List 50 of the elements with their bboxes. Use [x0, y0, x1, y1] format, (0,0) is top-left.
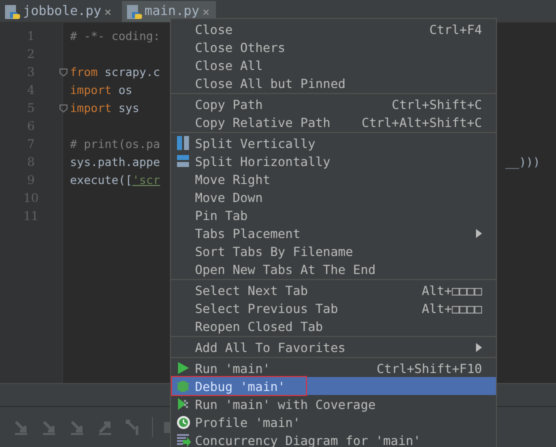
- menu-item[interactable]: Tabs Placement: [171, 224, 496, 242]
- run-icon: [176, 361, 190, 375]
- split-horizontal-icon: [176, 154, 190, 168]
- run-coverage-icon: [176, 397, 190, 411]
- menu-item[interactable]: Debug 'main': [171, 377, 496, 395]
- step-arrow-icon[interactable]: [40, 418, 58, 436]
- code-line: execute(['scr: [70, 172, 160, 189]
- python-file-icon: [4, 4, 20, 20]
- editor-tab[interactable]: jobbole.py ×: [0, 1, 118, 22]
- code-line: from scrapy.c: [70, 64, 160, 81]
- menu-item[interactable]: Close All but Pinned: [171, 74, 496, 92]
- python-file-icon: [126, 4, 142, 20]
- code-line: import sys: [70, 100, 140, 117]
- menu-item[interactable]: Close Ctrl+F4: [171, 20, 496, 38]
- bug-icon: [176, 379, 190, 393]
- menu-item[interactable]: Close All: [171, 56, 496, 74]
- code-line: sys.path.appe: [70, 154, 160, 171]
- menu-item[interactable]: Sort Tabs By Filename: [171, 242, 496, 260]
- menu-item[interactable]: Copy Relative Path Ctrl+Alt+Shift+C: [171, 113, 496, 131]
- menu-item[interactable]: Open New Tabs At The End: [171, 260, 496, 278]
- profiler-clock-icon: [176, 414, 190, 430]
- code-line: # -*- coding:: [70, 28, 160, 45]
- editor-tab[interactable]: main.py ×: [122, 1, 216, 22]
- fold-marker-icon[interactable]: [59, 68, 68, 76]
- menu-item[interactable]: Select Previous Tab Alt+□□□□: [171, 299, 496, 317]
- menu-item[interactable]: Split Vertically: [171, 134, 496, 152]
- fold-marker-icon[interactable]: [59, 104, 68, 112]
- submenu-arrow-icon: [476, 228, 482, 238]
- menu-item[interactable]: Profile 'main': [171, 413, 496, 431]
- menu-item[interactable]: Select Next Tab Alt+□□□□: [171, 281, 496, 299]
- close-icon[interactable]: ×: [104, 4, 112, 18]
- menu-item[interactable]: Move Right: [171, 170, 496, 188]
- menu-item[interactable]: Run 'main' with Coverage: [171, 395, 496, 413]
- submenu-arrow-icon: [476, 342, 482, 352]
- menu-item[interactable]: Split Horizontally: [171, 152, 496, 170]
- concurrency-diagram-icon: [176, 433, 190, 447]
- code-fragment: __))): [505, 154, 540, 171]
- menu-item[interactable]: Pin Tab: [171, 206, 496, 224]
- step-arrow-icon[interactable]: [68, 418, 86, 436]
- code-line: # print(os.pa: [70, 136, 160, 153]
- menu-item[interactable]: Add All To Favorites: [171, 338, 496, 356]
- step-arrow-icon[interactable]: [12, 418, 30, 436]
- menu-item[interactable]: Reopen Closed Tab: [171, 317, 496, 335]
- menu-item[interactable]: Run 'main' Ctrl+Shift+F10: [171, 359, 496, 377]
- menu-item[interactable]: Copy Path Ctrl+Shift+C: [171, 95, 496, 113]
- menu-item[interactable]: Move Down: [171, 188, 496, 206]
- menu-item[interactable]: Close Others: [171, 38, 496, 56]
- split-vertical-icon: [176, 135, 190, 151]
- menu-item[interactable]: Concurrency Diagram for 'main': [171, 431, 496, 447]
- code-line: import os: [70, 82, 132, 99]
